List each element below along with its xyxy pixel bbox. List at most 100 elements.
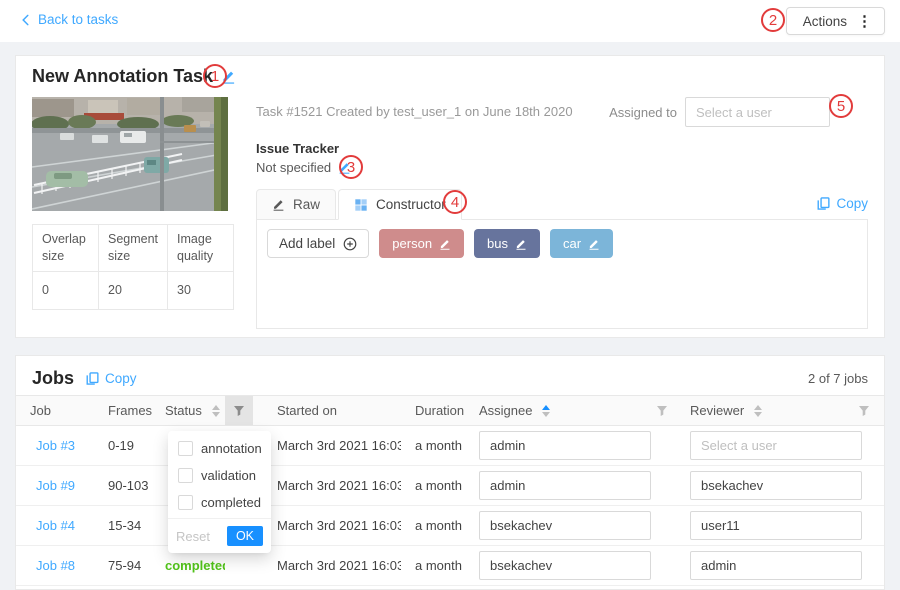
- copy-labels-link[interactable]: Copy: [817, 196, 868, 211]
- reviewer-input[interactable]: [690, 511, 862, 540]
- tab-raw[interactable]: Raw: [256, 189, 336, 220]
- started-cell: March 3rd 2021 16:03: [253, 558, 401, 573]
- filter-reset-button[interactable]: Reset: [176, 529, 210, 544]
- frames-cell: 15-34: [100, 518, 157, 533]
- label-chip-bus[interactable]: bus: [474, 229, 540, 258]
- edit-label-icon[interactable]: [588, 238, 600, 250]
- tab-constructor-label: Constructor: [376, 197, 446, 212]
- copy-jobs-label: Copy: [105, 371, 137, 386]
- table-row-job8: Job #8 75-94 completed ? March 3rd 2021 …: [16, 546, 884, 586]
- started-cell: March 3rd 2021 16:03: [253, 438, 401, 453]
- label-chip-person[interactable]: person: [379, 229, 464, 258]
- filter-option-annotation[interactable]: annotation: [168, 435, 271, 462]
- jobs-table: Job Frames Status Started on Duration As…: [16, 395, 884, 586]
- assignee-input[interactable]: [479, 431, 651, 460]
- task-thumbnail: [32, 97, 228, 211]
- assignee-input[interactable]: [479, 471, 651, 500]
- column-header-frames: Frames: [100, 403, 157, 418]
- param-value-overlap: 0: [33, 271, 99, 309]
- filter-option-completed[interactable]: completed: [168, 489, 271, 516]
- back-to-tasks-link[interactable]: Back to tasks: [20, 12, 118, 27]
- column-header-status[interactable]: Status: [157, 403, 225, 418]
- filter-option-label: validation: [201, 468, 256, 483]
- table-row-job9: Job #9 90-103 March 3rd 2021 16:03 a mon…: [16, 466, 884, 506]
- add-label-text: Add label: [279, 236, 335, 251]
- pencil-icon: [272, 198, 285, 211]
- annotation-circle-3: 3: [339, 155, 363, 179]
- more-vertical-icon: ⋮: [857, 12, 872, 30]
- actions-label: Actions: [803, 14, 847, 29]
- checkbox-annotation[interactable]: [178, 441, 193, 456]
- frames-cell: 0-19: [100, 438, 157, 453]
- filter-ok-button[interactable]: OK: [227, 526, 263, 546]
- task-assignee-input[interactable]: [685, 97, 830, 127]
- copy-jobs-link[interactable]: Copy: [86, 371, 137, 386]
- actions-button[interactable]: Actions ⋮: [786, 7, 885, 35]
- job-link[interactable]: Job #4: [36, 518, 75, 533]
- column-header-started: Started on: [253, 403, 401, 418]
- assignee-input[interactable]: [479, 511, 651, 540]
- task-parameters-table: Overlap size Segment size Image quality …: [32, 224, 234, 310]
- checkbox-completed[interactable]: [178, 495, 193, 510]
- jobs-title: Jobs: [32, 368, 74, 389]
- param-header-segment: Segment size: [99, 225, 168, 272]
- duration-cell: a month: [401, 558, 471, 573]
- copy-icon: [86, 372, 99, 385]
- started-cell: March 3rd 2021 16:03: [253, 478, 401, 493]
- assignee-input[interactable]: [479, 551, 651, 580]
- label-chip-person-text: person: [392, 236, 432, 251]
- param-header-quality: Image quality: [168, 225, 234, 272]
- param-value-segment: 20: [99, 271, 168, 309]
- task-meta-text: Task #1521 Created by test_user_1 on Jun…: [256, 97, 573, 119]
- param-value-quality: 30: [168, 271, 234, 309]
- reviewer-input[interactable]: [690, 551, 862, 580]
- column-header-assignee[interactable]: Assignee: [471, 403, 676, 418]
- traffic-scene-image: [32, 97, 228, 211]
- reviewer-header-label: Reviewer: [690, 403, 744, 418]
- table-row-job4: Job #4 15-34 March 3rd 2021 16:03 a mont…: [16, 506, 884, 546]
- annotation-circle-4: 4: [443, 190, 467, 214]
- jobs-list-card: Jobs Copy 2 of 7 jobs Job Frames Status …: [15, 355, 885, 590]
- filter-option-validation[interactable]: validation: [168, 462, 271, 489]
- edit-label-icon[interactable]: [515, 238, 527, 250]
- annotation-circle-1: 1: [203, 64, 227, 88]
- reviewer-input[interactable]: [690, 471, 862, 500]
- job-link[interactable]: Job #8: [36, 558, 75, 573]
- status-cell: completed: [165, 558, 225, 573]
- status-filter-dropdown: annotation validation completed Reset OK: [168, 431, 271, 553]
- status-header-label: Status: [165, 403, 202, 418]
- reviewer-sorter-icon[interactable]: [754, 405, 762, 417]
- job-link[interactable]: Job #3: [36, 438, 75, 453]
- copy-icon: [817, 197, 830, 210]
- task-title: New Annotation Task: [32, 66, 213, 87]
- reviewer-filter-button[interactable]: [858, 405, 870, 417]
- assignee-filter-button[interactable]: [656, 405, 668, 417]
- reviewer-input[interactable]: [690, 431, 862, 460]
- jobs-table-header: Job Frames Status Started on Duration As…: [16, 395, 884, 426]
- labels-constructor-panel: Add label person bus car: [256, 219, 868, 329]
- frames-cell: 90-103: [100, 478, 157, 493]
- label-chip-bus-text: bus: [487, 236, 508, 251]
- label-chip-car-text: car: [563, 236, 581, 251]
- back-to-tasks-label: Back to tasks: [38, 12, 118, 27]
- jobs-count: 2 of 7 jobs: [808, 371, 868, 386]
- tab-raw-label: Raw: [293, 197, 320, 212]
- status-filter-button[interactable]: [225, 396, 253, 425]
- status-sorter-icon[interactable]: [212, 405, 220, 417]
- label-chip-car[interactable]: car: [550, 229, 613, 258]
- job-link[interactable]: Job #9: [36, 478, 75, 493]
- table-row-job3: Job #3 0-19 March 3rd 2021 16:03 a month: [16, 426, 884, 466]
- assigned-to-label: Assigned to: [609, 105, 677, 120]
- filter-option-label: annotation: [201, 441, 262, 456]
- add-label-button[interactable]: Add label: [267, 229, 369, 258]
- block-icon: [354, 198, 368, 212]
- column-header-reviewer[interactable]: Reviewer: [676, 403, 884, 418]
- started-cell: March 3rd 2021 16:03: [253, 518, 401, 533]
- frames-cell: 75-94: [100, 558, 157, 573]
- checkbox-validation[interactable]: [178, 468, 193, 483]
- assignee-header-label: Assignee: [479, 403, 532, 418]
- edit-label-icon[interactable]: [439, 238, 451, 250]
- plus-circle-icon: [343, 237, 357, 251]
- duration-cell: a month: [401, 478, 471, 493]
- assignee-sorter-icon[interactable]: [542, 405, 550, 417]
